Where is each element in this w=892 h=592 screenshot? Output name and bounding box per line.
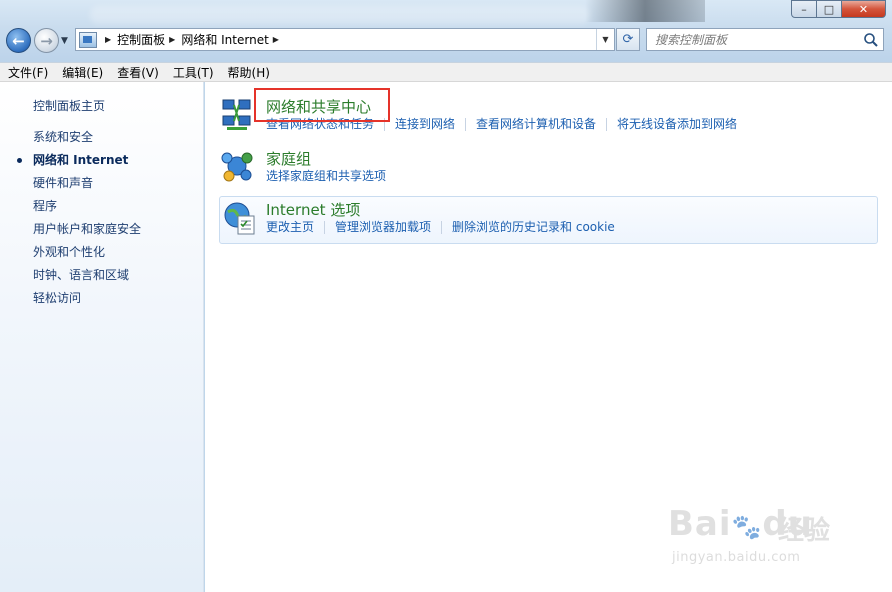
add-wireless-device-link[interactable]: 将无线设备添加到网络 [606,118,747,131]
category-homegroup: 家庭组 选择家庭组和共享选项 [219,148,879,186]
annotation-highlight-box [254,88,390,122]
arrow-right-icon: → [40,31,53,50]
sidebar-item-appearance[interactable]: 外观和个性化 [33,245,141,268]
sidebar-item-programs[interactable]: 程序 [33,199,141,222]
sidebar-item-hardware-sound[interactable]: 硬件和声音 [33,176,141,199]
choose-homegroup-options-link[interactable]: 选择家庭组和共享选项 [266,170,396,183]
sidebar: 控制面板主页 系统和安全 网络和 Internet 硬件和声音 程序 用户帐户和… [0,82,204,592]
homegroup-icon [221,152,253,182]
breadcrumb-network-internet[interactable]: 网络和 Internet [181,29,268,50]
recent-pages-dropdown[interactable]: ▼ [61,36,71,46]
menu-bar: 文件(F) 编辑(E) 查看(V) 工具(T) 帮助(H) [0,62,892,82]
search-box[interactable] [646,28,884,51]
background-window-fragment [585,0,705,22]
sidebar-item-ease-of-access[interactable]: 轻松访问 [33,291,141,314]
category-internet-options: Internet 选项 更改主页 管理浏览器加载项 删除浏览的历史记录和 coo… [219,196,878,244]
titlebar-glare [90,6,590,24]
close-button[interactable]: ✕ [842,0,886,18]
menu-tools[interactable]: 工具(T) [173,64,214,81]
network-sharing-icon [222,99,251,130]
sidebar-item-network-internet[interactable]: 网络和 Internet [16,153,141,176]
internet-task-links: 更改主页 管理浏览器加载项 删除浏览的历史记录和 cookie [266,221,625,234]
window-controls: – □ ✕ [791,0,886,18]
homegroup-link[interactable]: 家庭组 [266,148,311,169]
internet-options-link[interactable]: Internet 选项 [266,199,360,220]
arrow-left-icon: ← [12,31,25,50]
change-homepage-link[interactable]: 更改主页 [266,221,324,234]
homegroup-task-links: 选择家庭组和共享选项 [266,170,396,183]
sidebar-item-system-security[interactable]: 系统和安全 [33,130,141,153]
address-dropdown-button[interactable]: ▼ [596,29,614,50]
delete-history-link[interactable]: 删除浏览的历史记录和 cookie [441,221,625,234]
minimize-button[interactable]: – [791,0,817,18]
sidebar-category-list: 系统和安全 网络和 Internet 硬件和声音 程序 用户帐户和家庭安全 外观… [16,130,141,314]
internet-options-icon [224,202,255,235]
breadcrumb-chevron-icon[interactable]: ▶ [105,35,111,44]
breadcrumb-chevron-icon[interactable]: ▶ [273,35,279,44]
refresh-button[interactable]: ⟳ [616,28,640,51]
back-button[interactable]: ← [6,28,31,53]
search-input[interactable] [655,32,855,47]
menu-view[interactable]: 查看(V) [117,64,159,81]
connect-to-network-link[interactable]: 连接到网络 [384,118,465,131]
search-icon[interactable] [863,32,879,48]
sidebar-item-user-accounts[interactable]: 用户帐户和家庭安全 [33,222,141,245]
menu-file[interactable]: 文件(F) [8,64,48,81]
sidebar-control-panel-home[interactable]: 控制面板主页 [33,97,105,114]
sidebar-item-clock-language[interactable]: 时钟、语言和区域 [33,268,141,291]
manage-addons-link[interactable]: 管理浏览器加载项 [324,221,441,234]
baidu-jingyan-watermark: Bai🐾du 经验 jingyan.baidu.com [668,496,848,576]
view-network-computers-link[interactable]: 查看网络计算机和设备 [465,118,606,131]
address-bar[interactable]: ▶ 控制面板 ▶ 网络和 Internet ▶ ▼ [75,28,615,51]
menu-help[interactable]: 帮助(H) [228,64,270,81]
window-titlebar: – □ ✕ ← → ▼ ▶ 控制面板 ▶ 网络和 Internet ▶ ▼ ⟳ [0,0,892,62]
watermark-url: jingyan.baidu.com [672,550,801,565]
maximize-button[interactable]: □ [817,0,842,18]
control-panel-icon [79,31,97,48]
breadcrumb-chevron-icon[interactable]: ▶ [169,35,175,44]
breadcrumb-control-panel[interactable]: 控制面板 [117,29,165,50]
menu-edit[interactable]: 编辑(E) [62,64,103,81]
forward-button[interactable]: → [34,28,59,53]
watermark-cn: 经验 [778,516,831,546]
refresh-icon: ⟳ [622,32,634,47]
